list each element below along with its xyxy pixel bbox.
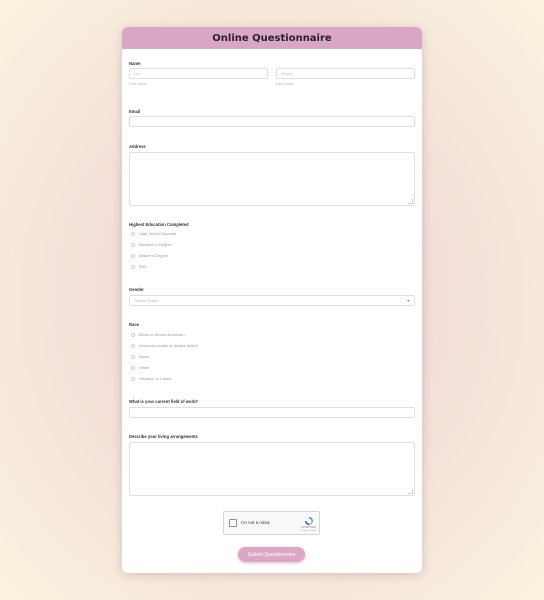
first-name-sublabel: First name bbox=[129, 82, 147, 86]
option-label: PhD bbox=[139, 264, 147, 269]
work-label: What is your current field of work? bbox=[129, 399, 199, 404]
race-option-white[interactable]: White bbox=[131, 365, 149, 370]
name-label: Name bbox=[129, 61, 141, 66]
option-label: Bachelor's Degree bbox=[139, 242, 172, 247]
radio-icon[interactable] bbox=[131, 253, 135, 258]
first-name-input[interactable]: Lyd bbox=[129, 68, 268, 79]
option-label: Hispanic or Latino bbox=[139, 376, 172, 381]
gender-label: Gender bbox=[129, 287, 144, 292]
last-name-sublabel: Last name bbox=[276, 82, 294, 86]
option-label: Master's Degree bbox=[139, 253, 169, 258]
recaptcha-terms[interactable]: Privacy - Terms bbox=[301, 530, 316, 532]
first-name-placeholder: Lyd bbox=[134, 71, 141, 76]
race-option-asian[interactable]: Asian bbox=[131, 354, 149, 359]
recaptcha-widget: I'm not a robot reCAPTCHA Privacy - Term… bbox=[223, 511, 320, 535]
radio-icon[interactable] bbox=[131, 332, 135, 337]
radio-icon[interactable] bbox=[131, 264, 135, 269]
race-label: Race bbox=[129, 322, 140, 327]
option-label: High School Diploma bbox=[139, 231, 177, 236]
race-option-hispanic[interactable]: Hispanic or Latino bbox=[131, 376, 171, 381]
address-textarea[interactable] bbox=[129, 152, 415, 206]
email-label: Email bbox=[129, 109, 141, 114]
education-option-high-school[interactable]: High School Diploma bbox=[131, 231, 176, 236]
option-label: White bbox=[139, 365, 150, 370]
education-option-bachelors[interactable]: Bachelor's Degree bbox=[131, 242, 172, 247]
radio-icon[interactable] bbox=[131, 343, 135, 348]
living-textarea[interactable] bbox=[129, 442, 415, 496]
form-title: Online Questionnaire bbox=[212, 32, 332, 44]
radio-icon[interactable] bbox=[131, 354, 135, 359]
recaptcha-checkbox[interactable] bbox=[229, 519, 237, 527]
submit-button[interactable]: Submit Questionnaire bbox=[238, 547, 305, 562]
work-input[interactable] bbox=[129, 407, 415, 418]
radio-icon[interactable] bbox=[131, 231, 135, 236]
last-name-input[interactable]: Mighty bbox=[276, 68, 415, 79]
option-label: Black or African American bbox=[139, 332, 185, 337]
recaptcha-logo-icon bbox=[305, 517, 313, 525]
resize-handle-icon[interactable] bbox=[408, 489, 413, 494]
race-option-black[interactable]: Black or African American bbox=[131, 332, 185, 337]
radio-icon[interactable] bbox=[131, 242, 135, 247]
education-option-phd[interactable]: PhD bbox=[131, 264, 147, 269]
education-option-masters[interactable]: Master's Degree bbox=[131, 253, 168, 258]
address-label: Address bbox=[129, 144, 146, 149]
email-input[interactable] bbox=[129, 116, 415, 127]
radio-icon[interactable] bbox=[131, 365, 135, 370]
gender-select[interactable]: Select Option ▼ bbox=[129, 295, 415, 306]
education-label: Highest Education Completed bbox=[129, 222, 189, 227]
resize-handle-icon[interactable] bbox=[408, 199, 413, 204]
option-label: American Indian or Alaska Native bbox=[139, 343, 198, 348]
option-label: Asian bbox=[139, 354, 150, 359]
recaptcha-label: I'm not a robot bbox=[241, 520, 270, 525]
race-option-american-indian[interactable]: American Indian or Alaska Native bbox=[131, 343, 198, 348]
form-header: Online Questionnaire bbox=[122, 27, 422, 49]
living-label: Describe your living arrangements bbox=[129, 434, 198, 439]
radio-icon[interactable] bbox=[131, 376, 135, 381]
chevron-down-icon: ▼ bbox=[406, 298, 410, 303]
questionnaire-card: Online Questionnaire Name Lyd Mighty Fir… bbox=[122, 27, 422, 573]
gender-placeholder: Select Option bbox=[134, 298, 159, 303]
last-name-placeholder: Mighty bbox=[281, 71, 293, 76]
